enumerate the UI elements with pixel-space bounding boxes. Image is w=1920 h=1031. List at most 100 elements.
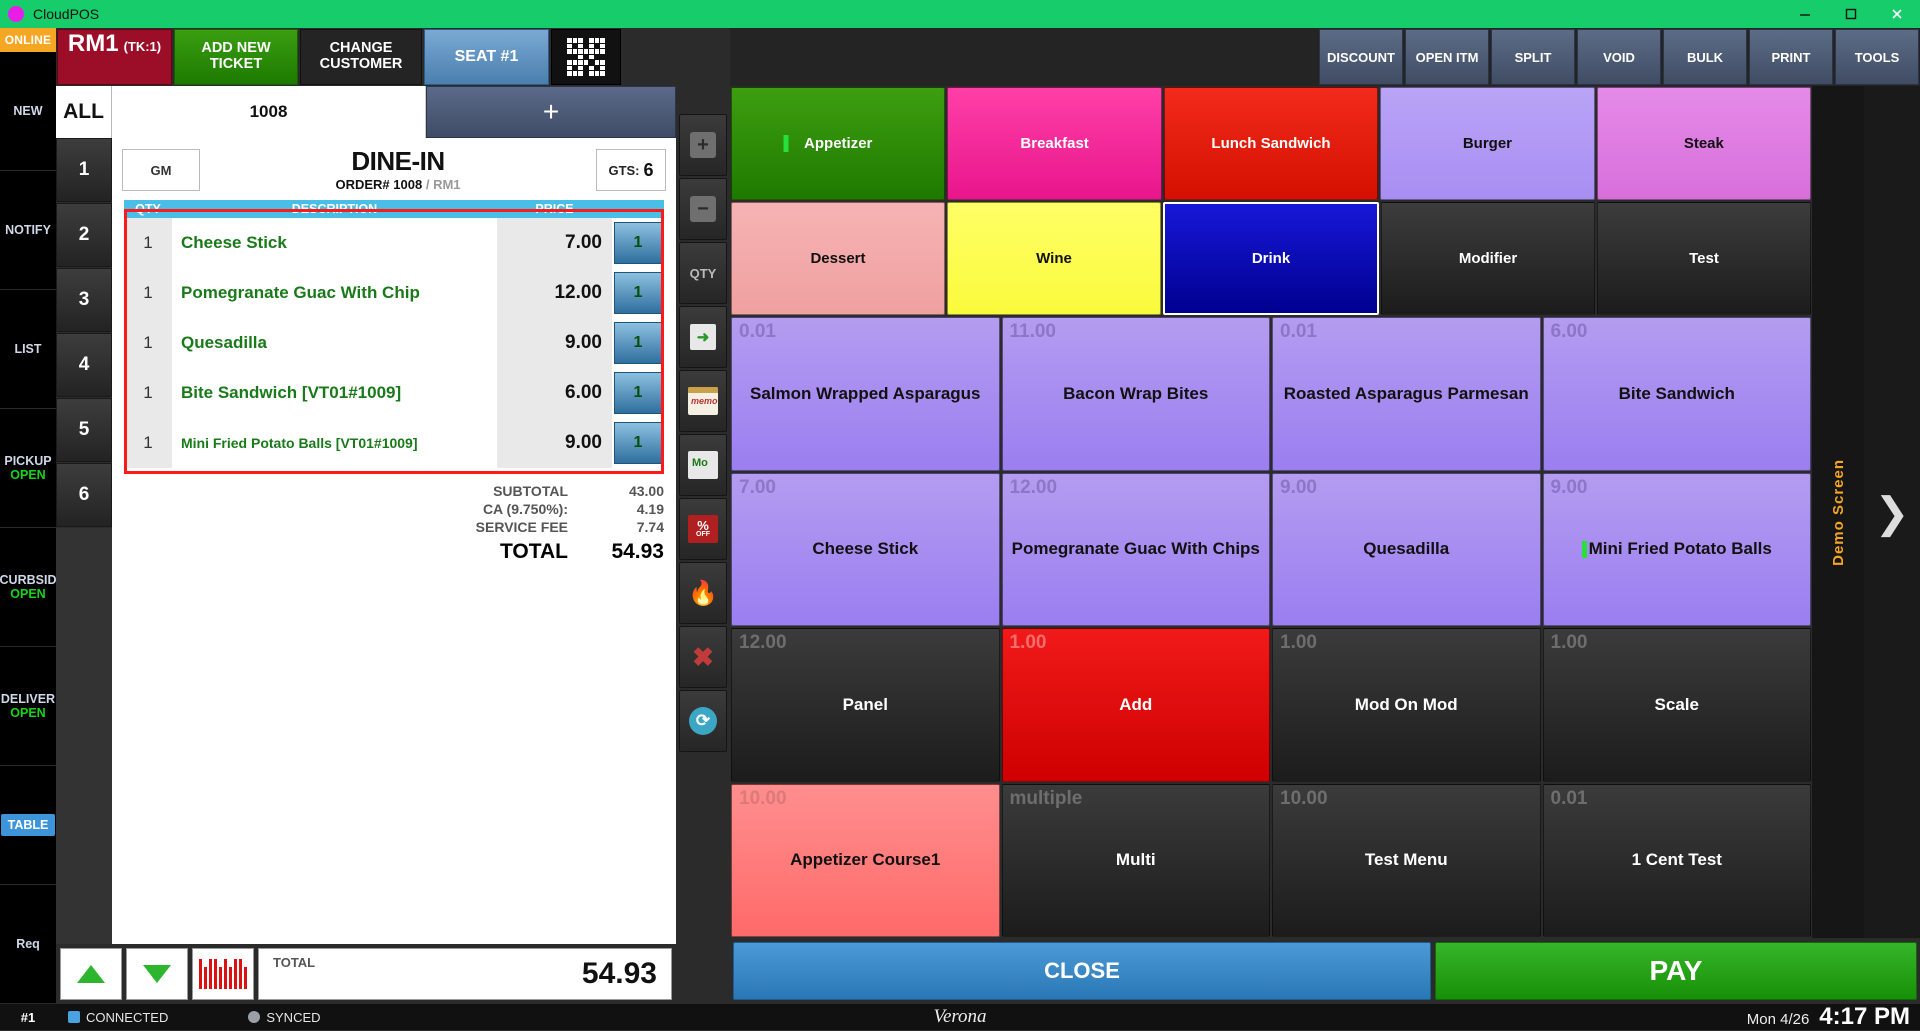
rail-item-curbside[interactable]: CURBSID OPEN xyxy=(0,528,56,647)
rail-item-list[interactable]: LIST xyxy=(0,290,56,409)
maximize-button[interactable] xyxy=(1828,0,1874,28)
category-lunch-sandwich-label: Lunch Sandwich xyxy=(1211,135,1330,152)
open-item-button[interactable]: OPEN ITM xyxy=(1405,29,1489,85)
category-wine[interactable]: Wine xyxy=(947,202,1161,315)
refresh-button[interactable]: ⟳ xyxy=(679,690,727,752)
bulk-button[interactable]: BULK xyxy=(1663,29,1747,85)
category-steak[interactable]: Steak xyxy=(1597,87,1811,200)
seat-button[interactable]: SEAT #1 xyxy=(424,29,549,85)
menu-item-appetizer-course1[interactable]: 10.00 Appetizer Course1 xyxy=(731,784,1000,938)
menu-item-mod-on-mod[interactable]: 1.00 Mod On Mod xyxy=(1272,628,1541,782)
qty-button[interactable]: QTY xyxy=(679,242,727,304)
seat-3-button[interactable]: 3 xyxy=(56,268,112,332)
category-appetizer[interactable]: Appetizer xyxy=(731,87,945,200)
window-controls xyxy=(1782,0,1920,28)
minus-button[interactable]: − xyxy=(679,178,727,240)
category-breakfast[interactable]: Breakfast xyxy=(947,87,1161,200)
table-row[interactable]: 1 Mini Fried Potato Balls [VT01#1009] 9.… xyxy=(124,418,664,468)
plus-button[interactable]: + xyxy=(679,114,727,176)
tools-button[interactable]: TOOLS xyxy=(1835,29,1919,85)
flame-icon: 🔥 xyxy=(688,579,718,608)
line-qty-badge[interactable]: 1 xyxy=(614,372,662,414)
arrow-up-icon[interactable] xyxy=(60,948,122,1000)
category-dessert[interactable]: Dessert xyxy=(731,202,945,315)
rail-item-new[interactable]: NEW xyxy=(0,52,56,171)
menu-item-price: 9.00 xyxy=(1551,477,1588,499)
tab-ticket-1008[interactable]: 1008 xyxy=(112,86,426,138)
minimize-button[interactable] xyxy=(1782,0,1828,28)
close-button-action[interactable]: CLOSE xyxy=(733,942,1431,1000)
menu-item-test-menu[interactable]: 10.00 Test Menu xyxy=(1272,784,1541,938)
rail-item-delivery-status: OPEN xyxy=(10,706,45,720)
category-modifier[interactable]: Modifier xyxy=(1381,202,1595,315)
discount-percent-button[interactable]: %OFF xyxy=(679,498,727,560)
menu-item-label: Mini Fried Potato Balls xyxy=(1589,539,1772,558)
category-burger[interactable]: Burger xyxy=(1380,87,1594,200)
menu-item-bite-sandwich[interactable]: 6.00 Bite Sandwich xyxy=(1543,317,1812,471)
split-button[interactable]: SPLIT xyxy=(1491,29,1575,85)
menu-item-pomegranate-guac-with-chips[interactable]: 12.00 Pomegranate Guac With Chips xyxy=(1002,473,1271,627)
table-row[interactable]: 1 Pomegranate Guac With Chip 12.00 1 xyxy=(124,268,664,318)
seat-6-button[interactable]: 6 xyxy=(56,463,112,527)
table-row[interactable]: 1 Bite Sandwich [VT01#1009] 6.00 1 xyxy=(124,368,664,418)
line-qty-badge[interactable]: 1 xyxy=(614,422,662,464)
void-button[interactable]: VOID xyxy=(1577,29,1661,85)
menu-item-roasted-asparagus-parmesan[interactable]: 0.01 Roasted Asparagus Parmesan xyxy=(1272,317,1541,471)
employee-code-box[interactable]: GM xyxy=(122,149,200,191)
menu-item-bacon-wrap-bites[interactable]: 11.00 Bacon Wrap Bites xyxy=(1002,317,1271,471)
ticket-bottom-bar: TOTAL 54.93 xyxy=(56,944,676,1004)
rail-item-pickup[interactable]: PICKUP OPEN xyxy=(0,409,56,528)
guest-count-box[interactable]: GTS: 6 xyxy=(596,149,666,191)
sync-icon xyxy=(248,1011,260,1023)
add-new-ticket-button[interactable]: ADD NEW TICKET xyxy=(174,29,298,85)
line-qty-badge[interactable]: 1 xyxy=(614,272,662,314)
memo-button[interactable] xyxy=(679,370,727,432)
line-qty-badge[interactable]: 1 xyxy=(614,222,662,264)
seat-2-button[interactable]: 2 xyxy=(56,203,112,267)
menu-item-salmon-wrapped-asparagus[interactable]: 0.01 Salmon Wrapped Asparagus xyxy=(731,317,1000,471)
menu-body: Appetizer Breakfast Lunch Sandwich Burge… xyxy=(730,86,1920,938)
line-qty-badge[interactable]: 1 xyxy=(614,322,662,364)
category-test[interactable]: Test xyxy=(1597,202,1811,315)
qr-code-icon[interactable] xyxy=(551,29,621,85)
menu-item-add[interactable]: 1.00 Add xyxy=(1002,628,1271,782)
room-button[interactable]: RM1 (TK:1) xyxy=(57,29,172,85)
move-item-button[interactable] xyxy=(679,306,727,368)
rail-item-delivery[interactable]: DELIVER OPEN xyxy=(0,647,56,766)
menu-item-mini-fried-potato-balls[interactable]: 9.00 Mini Fried Potato Balls xyxy=(1543,473,1812,627)
print-button[interactable]: PRINT xyxy=(1749,29,1833,85)
menu-item-multi[interactable]: multiple Multi xyxy=(1002,784,1271,938)
add-tab-button[interactable]: + xyxy=(426,86,676,138)
next-page-arrow-icon[interactable]: ❯ xyxy=(1864,86,1920,938)
delete-button[interactable]: ✖ xyxy=(679,626,727,688)
category-lunch-sandwich[interactable]: Lunch Sandwich xyxy=(1164,87,1378,200)
fire-button[interactable]: 🔥 xyxy=(679,562,727,624)
arrow-down-icon[interactable] xyxy=(126,948,188,1000)
menu-item-panel[interactable]: 12.00 Panel xyxy=(731,628,1000,782)
discount-button[interactable]: DISCOUNT xyxy=(1319,29,1403,85)
seat-1-button[interactable]: 1 xyxy=(56,138,112,202)
rail-item-notify[interactable]: NOTIFY xyxy=(0,171,56,290)
close-button[interactable] xyxy=(1874,0,1920,28)
guest-count-value: 6 xyxy=(644,160,654,181)
menu-item-cheese-stick[interactable]: 7.00 Cheese Stick xyxy=(731,473,1000,627)
barcode-icon[interactable] xyxy=(192,948,254,1000)
menu-item-1-cent-test[interactable]: 0.01 1 Cent Test xyxy=(1543,784,1812,938)
demo-screen-strip: Demo Screen ❯ xyxy=(1812,86,1920,938)
pay-button[interactable]: PAY xyxy=(1435,942,1917,1000)
menu-item-quesadilla[interactable]: 9.00 Quesadilla xyxy=(1272,473,1541,627)
category-drink[interactable]: Drink xyxy=(1163,202,1379,315)
table-row[interactable]: 1 Quesadilla 9.00 1 xyxy=(124,318,664,368)
rail-item-table[interactable]: TABLE xyxy=(0,766,56,885)
table-row[interactable]: 1 Cheese Stick 7.00 1 xyxy=(124,218,664,268)
category-steak-label: Steak xyxy=(1684,135,1724,152)
rail-item-list-label: LIST xyxy=(14,342,41,356)
seat-4-button[interactable]: 4 xyxy=(56,333,112,397)
rail-item-req[interactable]: Req xyxy=(0,885,56,1004)
modify-button[interactable] xyxy=(679,434,727,496)
change-customer-button[interactable]: CHANGE CUSTOMER xyxy=(300,29,422,85)
menu-item-scale[interactable]: 1.00 Scale xyxy=(1543,628,1812,782)
totals-row-service-fee: SERVICE FEE 7.74 xyxy=(124,518,664,536)
tab-all[interactable]: ALL xyxy=(56,86,112,138)
seat-5-button[interactable]: 5 xyxy=(56,398,112,462)
